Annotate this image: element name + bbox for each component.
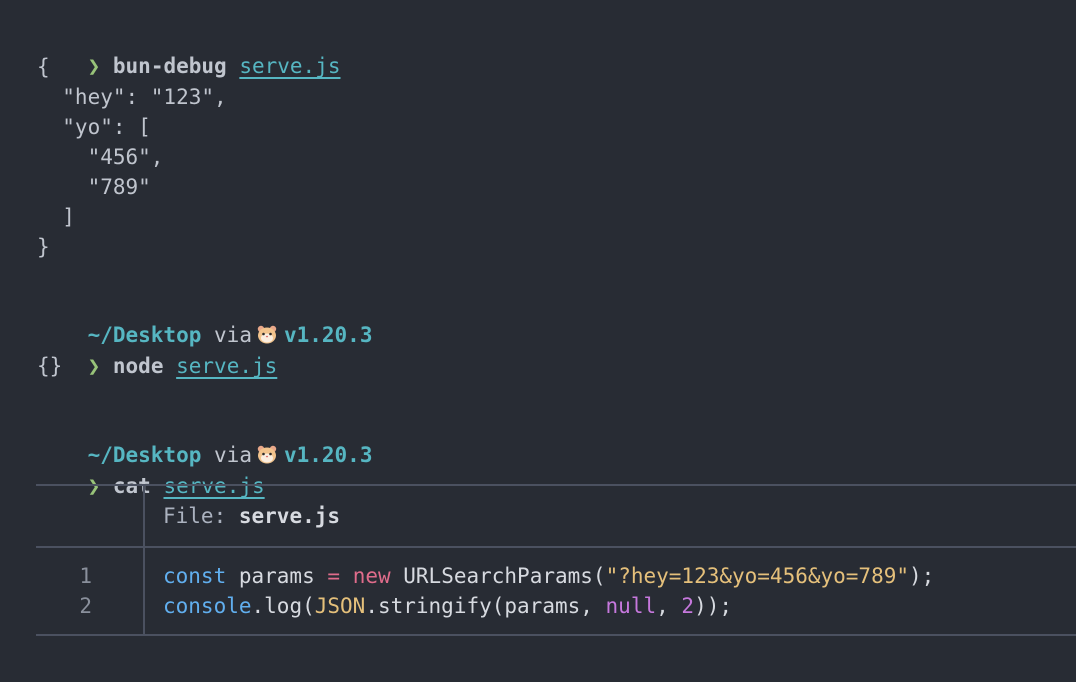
output-line: } bbox=[37, 235, 50, 259]
code-token: JSON bbox=[314, 594, 366, 618]
command-line-3: ❯ cat serve.js bbox=[37, 441, 265, 498]
command-name: bun-debug bbox=[112, 54, 227, 78]
file-link[interactable]: serve.js bbox=[176, 354, 277, 378]
code-token: console bbox=[163, 594, 252, 618]
code-token: .stringify(params, bbox=[365, 594, 606, 618]
file-link[interactable]: serve.js bbox=[239, 54, 340, 78]
code-token: null bbox=[605, 594, 657, 618]
output-line: { bbox=[37, 55, 50, 79]
code-token: )); bbox=[694, 594, 732, 618]
prompt-symbol: ❯ bbox=[87, 474, 101, 498]
prompt-symbol: ❯ bbox=[87, 54, 101, 78]
terminal-window[interactable]: ❯ bun-debug serve.js { "hey": "123", "yo… bbox=[0, 0, 1076, 682]
output-line: "789" bbox=[37, 175, 151, 199]
line-number: 1 bbox=[79, 564, 92, 588]
code-token: = bbox=[327, 564, 341, 588]
file-link[interactable]: serve.js bbox=[163, 474, 264, 498]
code-token: const bbox=[163, 564, 227, 588]
output-line: "yo": [ bbox=[37, 115, 151, 139]
runtime-version: v1.20.3 bbox=[283, 323, 373, 347]
code-token: URLSearchParams( bbox=[390, 564, 606, 588]
bat-header-separator bbox=[36, 546, 1076, 548]
code-line-1: const params = new URLSearchParams("?hey… bbox=[163, 561, 934, 591]
prompt-context: ~/Desktop via v1.20.3 bbox=[37, 290, 373, 347]
bat-gutter-divider bbox=[143, 548, 145, 634]
prompt-symbol: ❯ bbox=[87, 354, 101, 378]
output-line: "456", bbox=[37, 145, 164, 169]
command-line-2: ❯ node serve.js bbox=[37, 321, 278, 378]
code-token: 2 bbox=[681, 594, 695, 618]
file-name: serve.js bbox=[238, 504, 341, 528]
output-line: {} bbox=[37, 354, 63, 378]
command-name: cat bbox=[112, 474, 151, 498]
code-string: "?hey=123&yo=456&yo=789" bbox=[605, 564, 909, 588]
bat-file-header: File: serve.js bbox=[163, 500, 340, 532]
code-line-2: console.log(JSON.stringify(params, null,… bbox=[163, 591, 732, 621]
runtime-version: v1.20.3 bbox=[283, 443, 373, 467]
code-token: .log( bbox=[251, 594, 315, 618]
output-line: "hey": "123", bbox=[37, 85, 227, 109]
code-token: new bbox=[352, 564, 391, 588]
output-line: ] bbox=[37, 205, 75, 229]
prompt-context: ~/Desktop via v1.20.3 bbox=[37, 410, 373, 467]
command-name: node bbox=[112, 354, 164, 378]
bat-gutter-divider bbox=[143, 486, 145, 546]
code-token: ); bbox=[909, 564, 935, 588]
line-number: 2 bbox=[79, 594, 92, 618]
code-token: params bbox=[226, 564, 328, 588]
code-token: , bbox=[656, 594, 682, 618]
bat-top-separator bbox=[36, 484, 1076, 486]
command-line-1: ❯ bun-debug serve.js bbox=[37, 21, 341, 78]
file-label: File: bbox=[163, 504, 227, 528]
bat-bottom-separator bbox=[36, 634, 1076, 636]
